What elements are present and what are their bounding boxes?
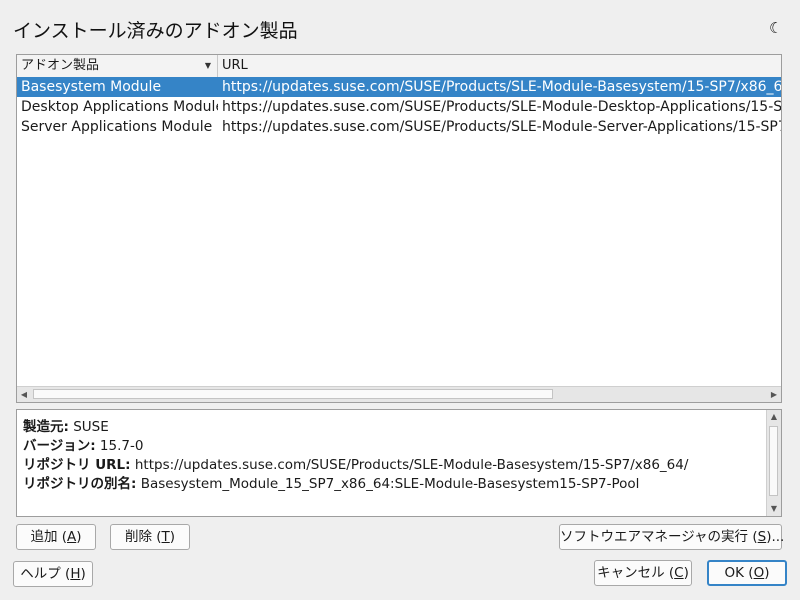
delete-button-key: T	[161, 529, 170, 545]
version-line: バージョン: 15.7-0	[23, 434, 143, 454]
cancel-button[interactable]: キャンセル (C)	[594, 560, 692, 586]
delete-button-suffix: )	[169, 529, 176, 545]
product-cell: Server Applications Module	[21, 119, 213, 135]
repo-url-label: リポジトリ URL:	[23, 457, 131, 473]
help-button-key: H	[70, 566, 81, 582]
sort-arrow-icon: ▼	[204, 61, 211, 70]
table-row[interactable]: Basesystem Module https://updates.suse.c…	[17, 77, 781, 97]
table-header: アドオン製品 ▼ URL	[17, 55, 781, 78]
help-button[interactable]: ヘルプ (H)	[13, 561, 93, 587]
add-button-suffix: )	[76, 529, 82, 545]
cancel-button-suffix: )	[683, 565, 689, 581]
url-cell: https://updates.suse.com/SUSE/Products/S…	[222, 99, 782, 115]
vendor-line: 製造元: SUSE	[23, 415, 109, 435]
window-title: インストール済みのアドオン製品	[13, 20, 298, 42]
table-body: Basesystem Module https://updates.suse.c…	[17, 77, 781, 137]
version-value: 15.7-0	[95, 438, 144, 454]
column-header-product-label: アドオン製品	[21, 58, 100, 73]
delete-button[interactable]: 削除 (T)	[110, 524, 190, 550]
vertical-scrollbar[interactable]: ▲ ▼	[766, 410, 781, 516]
cancel-button-label: キャンセル (	[597, 565, 675, 581]
moon-icon[interactable]: ☾	[769, 19, 782, 37]
table-row[interactable]: Server Applications Module https://updat…	[17, 117, 781, 137]
vendor-label: 製造元:	[23, 419, 69, 435]
delete-button-label: 削除 (	[124, 529, 162, 545]
cancel-button-key: C	[674, 565, 684, 581]
horizontal-scrollbar[interactable]: ◀ ▶	[17, 386, 781, 402]
software-manager-button-key: S	[757, 529, 767, 545]
vendor-value: SUSE	[68, 419, 109, 435]
scroll-down-icon[interactable]: ▼	[767, 502, 781, 516]
version-label: バージョン:	[23, 438, 96, 454]
software-manager-button[interactable]: ソフトウエアマネージャの実行 (S)...	[559, 524, 785, 550]
addon-table[interactable]: アドオン製品 ▼ URL Basesystem Module https://u…	[16, 54, 782, 403]
add-button-label: 追加 (	[30, 529, 68, 545]
url-cell: https://updates.suse.com/SUSE/Products/S…	[222, 119, 781, 135]
ok-button-key: O	[753, 565, 765, 581]
help-button-suffix: )	[80, 566, 86, 582]
column-header-product[interactable]: アドオン製品 ▼	[17, 55, 218, 77]
scrollbar-thumb[interactable]	[33, 389, 553, 399]
repo-url-value: https://updates.suse.com/SUSE/Products/S…	[130, 457, 689, 473]
product-cell: Desktop Applications Module	[21, 99, 218, 115]
table-row[interactable]: Desktop Applications Module https://upda…	[17, 97, 781, 117]
help-button-label: ヘルプ (	[20, 566, 71, 582]
repo-alias-label: リポジトリの別名:	[23, 476, 137, 492]
repo-alias-value: Basesystem_Module_15_SP7_x86_64:SLE-Modu…	[136, 476, 640, 492]
scroll-right-icon[interactable]: ▶	[767, 387, 781, 402]
scroll-up-icon[interactable]: ▲	[767, 410, 781, 424]
repo-url-line: リポジトリ URL: https://updates.suse.com/SUSE…	[23, 453, 688, 473]
repo-alias-line: リポジトリの別名: Basesystem_Module_15_SP7_x86_6…	[23, 472, 639, 492]
ok-button-label: OK (	[724, 565, 754, 581]
software-manager-button-label: ソフトウエアマネージャの実行 (	[560, 529, 758, 545]
add-button-key: A	[67, 529, 77, 545]
product-details: 製造元: SUSE バージョン: 15.7-0 リポジトリ URL: https…	[16, 409, 782, 517]
ok-button[interactable]: OK (O)	[707, 560, 787, 586]
ok-button-suffix: )	[764, 565, 770, 581]
scrollbar-thumb[interactable]	[769, 426, 778, 496]
product-cell: Basesystem Module	[21, 79, 162, 95]
software-manager-button-suffix: )...	[766, 529, 785, 545]
url-cell: https://updates.suse.com/SUSE/Products/S…	[222, 79, 782, 95]
column-header-url[interactable]: URL	[218, 55, 781, 77]
scroll-left-icon[interactable]: ◀	[17, 387, 31, 402]
add-button[interactable]: 追加 (A)	[16, 524, 96, 550]
